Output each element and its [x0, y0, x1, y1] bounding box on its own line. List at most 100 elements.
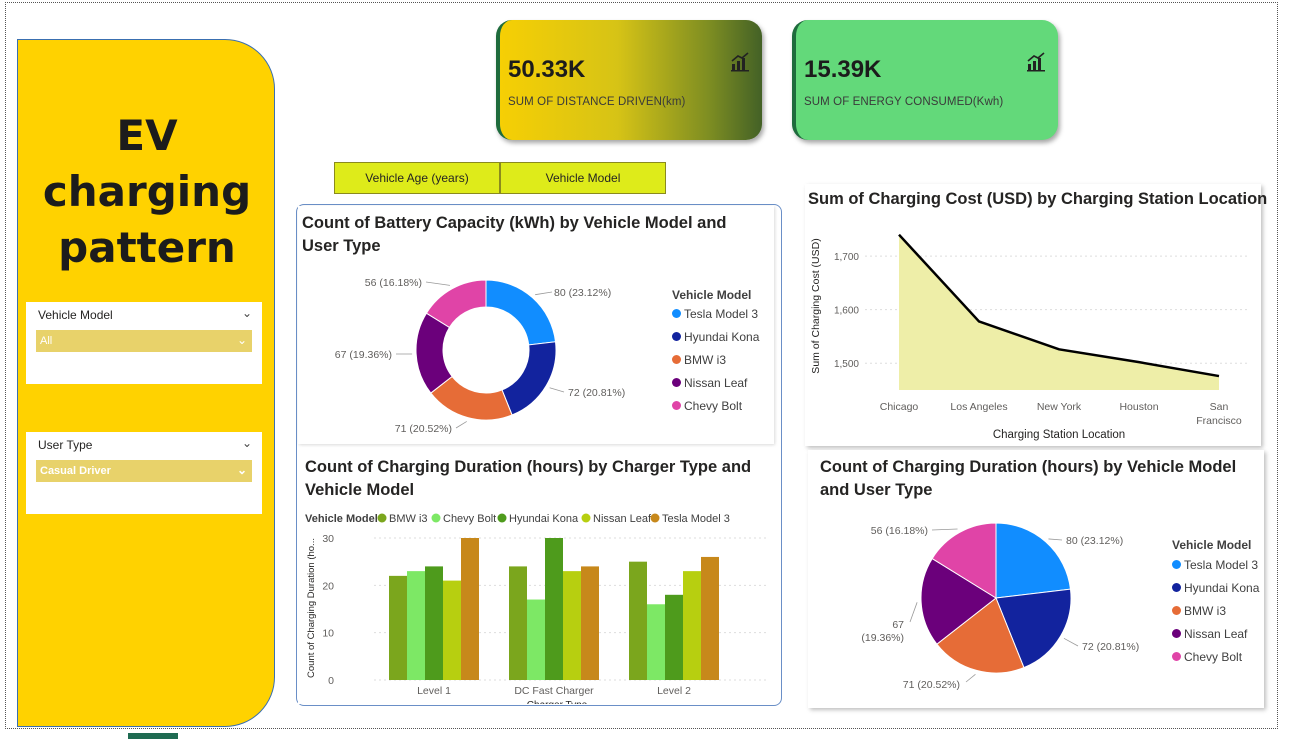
- x-tick-label: Francisco: [1196, 415, 1242, 427]
- legend-label: BMW i3: [389, 513, 428, 525]
- collapse-chevron-icon[interactable]: ⌄: [242, 306, 252, 320]
- vehicle-model-slicer[interactable]: Vehicle Model ⌄ All ⌄: [26, 302, 262, 384]
- legend-item[interactable]: Nissan Leaf: [1172, 627, 1247, 641]
- vehicle-model-button[interactable]: Vehicle Model: [500, 162, 666, 194]
- data-label: 71 (20.52%): [903, 679, 960, 691]
- kpi-value: 50.33K: [508, 56, 586, 83]
- legend-item[interactable]: Hyundai Kona: [1172, 581, 1259, 595]
- leader-line: [965, 673, 976, 683]
- legend-marker: [377, 513, 387, 523]
- x-tick-label: New York: [1037, 401, 1082, 413]
- x-tick-label: Houston: [1119, 401, 1158, 413]
- x-tick-label: Los Angeles: [950, 401, 1007, 413]
- data-label: 72 (20.81%): [1082, 641, 1139, 653]
- legend-label: Nissan Leaf: [593, 513, 652, 525]
- bar-chart-visual[interactable]: Count of Charging Duration (hours) by Ch…: [298, 452, 774, 704]
- legend-label: Hyundai Kona: [684, 330, 760, 344]
- legend-item[interactable]: Tesla Model 3: [672, 307, 758, 321]
- bar-tesla-model-3: [581, 566, 599, 680]
- legend-item[interactable]: Chevy Bolt: [672, 399, 742, 413]
- data-label: 67: [892, 619, 904, 631]
- legend-title: Vehicle Model: [1172, 538, 1252, 552]
- legend-label: BMW i3: [1184, 604, 1226, 618]
- collapse-chevron-icon[interactable]: ⌄: [242, 436, 252, 450]
- data-label: 72 (20.81%): [568, 387, 625, 399]
- legend-marker: [672, 309, 681, 318]
- slicer-label: Vehicle Model: [38, 308, 113, 322]
- legend-title: Vehicle Model: [672, 288, 752, 302]
- bar-chevy-bolt: [407, 571, 425, 680]
- legend-item[interactable]: BMW i3: [1172, 604, 1226, 618]
- legend-item[interactable]: Tesla Model 3: [1172, 558, 1258, 572]
- legend-marker: [1172, 629, 1181, 638]
- x-axis-title: Charging Station Location: [993, 429, 1125, 441]
- legend-item[interactable]: Chevy Bolt: [1172, 650, 1242, 664]
- data-label: 80 (23.12%): [1066, 535, 1123, 547]
- bar-chart: Vehicle Model BMW i3 Chevy Bolt Hyundai Kon…: [305, 513, 768, 704]
- x-tick-label: Chicago: [880, 401, 919, 413]
- legend-marker: [650, 513, 660, 523]
- legend-label: Hyundai Kona: [509, 513, 579, 525]
- legend-marker: [672, 378, 681, 387]
- page-tab-indicator[interactable]: [128, 733, 178, 739]
- legend-marker: [672, 401, 681, 410]
- pie-slice-tesla-model-3: [485, 279, 557, 346]
- leader-line: [1063, 637, 1079, 647]
- y-axis-title: Count of Charging Duration (ho...: [306, 538, 317, 678]
- bar-nissan-leaf: [443, 580, 461, 680]
- data-label: 80 (23.12%): [554, 287, 611, 299]
- y-tick-label: 1,600: [834, 306, 859, 317]
- legend-marker: [672, 332, 681, 341]
- kpi-card-energy: 15.39K SUM OF ENERGY CONSUMED(Kwh): [792, 20, 1058, 140]
- x-tick-label: Level 2: [657, 685, 691, 697]
- legend-label: BMW i3: [684, 353, 726, 367]
- vehicle-age-button[interactable]: Vehicle Age (years): [334, 162, 500, 194]
- data-label: 71 (20.52%): [395, 423, 452, 435]
- pie-chart-visual[interactable]: Count of Charging Duration (hours) by Ve…: [808, 450, 1264, 708]
- legend-item[interactable]: Hyundai Kona: [672, 330, 759, 344]
- bar-nissan-leaf: [563, 571, 581, 680]
- legend-marker: [581, 513, 591, 523]
- bar-nissan-leaf: [683, 571, 701, 680]
- legend-label: Chevy Bolt: [1184, 650, 1243, 664]
- leader-line: [535, 291, 553, 296]
- legend-marker: [1172, 652, 1181, 661]
- legend-marker: [1172, 583, 1181, 592]
- legend-label: Tesla Model 3: [662, 513, 730, 525]
- pie-slice-hyundai-kona: [501, 341, 557, 416]
- x-tick-label: San: [1210, 401, 1229, 413]
- kpi-label: SUM OF ENERGY CONSUMED(Kwh): [804, 96, 1004, 108]
- legend-item[interactable]: Nissan Leaf: [672, 376, 747, 390]
- bar-tesla-model-3: [461, 538, 479, 680]
- chevron-down-icon[interactable]: ⌄: [237, 463, 247, 477]
- bar-bmw-i3: [509, 566, 527, 680]
- y-tick-label: 1,500: [834, 359, 859, 370]
- pie-slice-tesla-model-3: [995, 522, 1072, 599]
- y-tick-label: 10: [322, 628, 334, 640]
- line-chart-visual[interactable]: Sum of Charging Cost (USD) by Charging S…: [805, 184, 1267, 446]
- leader-line: [909, 602, 918, 623]
- legend-label: Tesla Model 3: [684, 307, 759, 321]
- legend-item[interactable]: BMW i3: [672, 353, 726, 367]
- user-type-dropdown[interactable]: Casual Driver ⌄: [36, 460, 252, 482]
- legend-label: Nissan Leaf: [684, 376, 748, 390]
- legend-marker: [497, 513, 507, 523]
- y-axis-title: Sum of Charging Cost (USD): [810, 238, 822, 373]
- chevron-down-icon[interactable]: ⌄: [237, 333, 247, 347]
- kpi-label: SUM OF DISTANCE DRIVEN(km): [508, 96, 686, 108]
- slicer-label: User Type: [38, 438, 93, 452]
- bar-chevy-bolt: [527, 599, 545, 680]
- user-type-slicer[interactable]: User Type ⌄ Casual Driver ⌄: [26, 432, 262, 514]
- legend-label: Tesla Model 3: [1184, 558, 1259, 572]
- y-tick-label: 20: [322, 580, 334, 592]
- vehicle-model-dropdown[interactable]: All ⌄: [36, 330, 252, 352]
- bar-bmw-i3: [629, 561, 647, 680]
- y-tick-label: 30: [322, 533, 334, 545]
- y-tick-label: 0: [328, 675, 334, 687]
- legend-marker: [431, 513, 441, 523]
- bar-hyundai-kona: [545, 538, 563, 680]
- leader-line: [455, 421, 467, 429]
- x-tick-label: DC Fast Charger: [514, 685, 594, 697]
- bar-tesla-model-3: [701, 556, 719, 680]
- donut-chart-visual[interactable]: Count of Battery Capacity (kWh) by Vehic…: [298, 206, 774, 444]
